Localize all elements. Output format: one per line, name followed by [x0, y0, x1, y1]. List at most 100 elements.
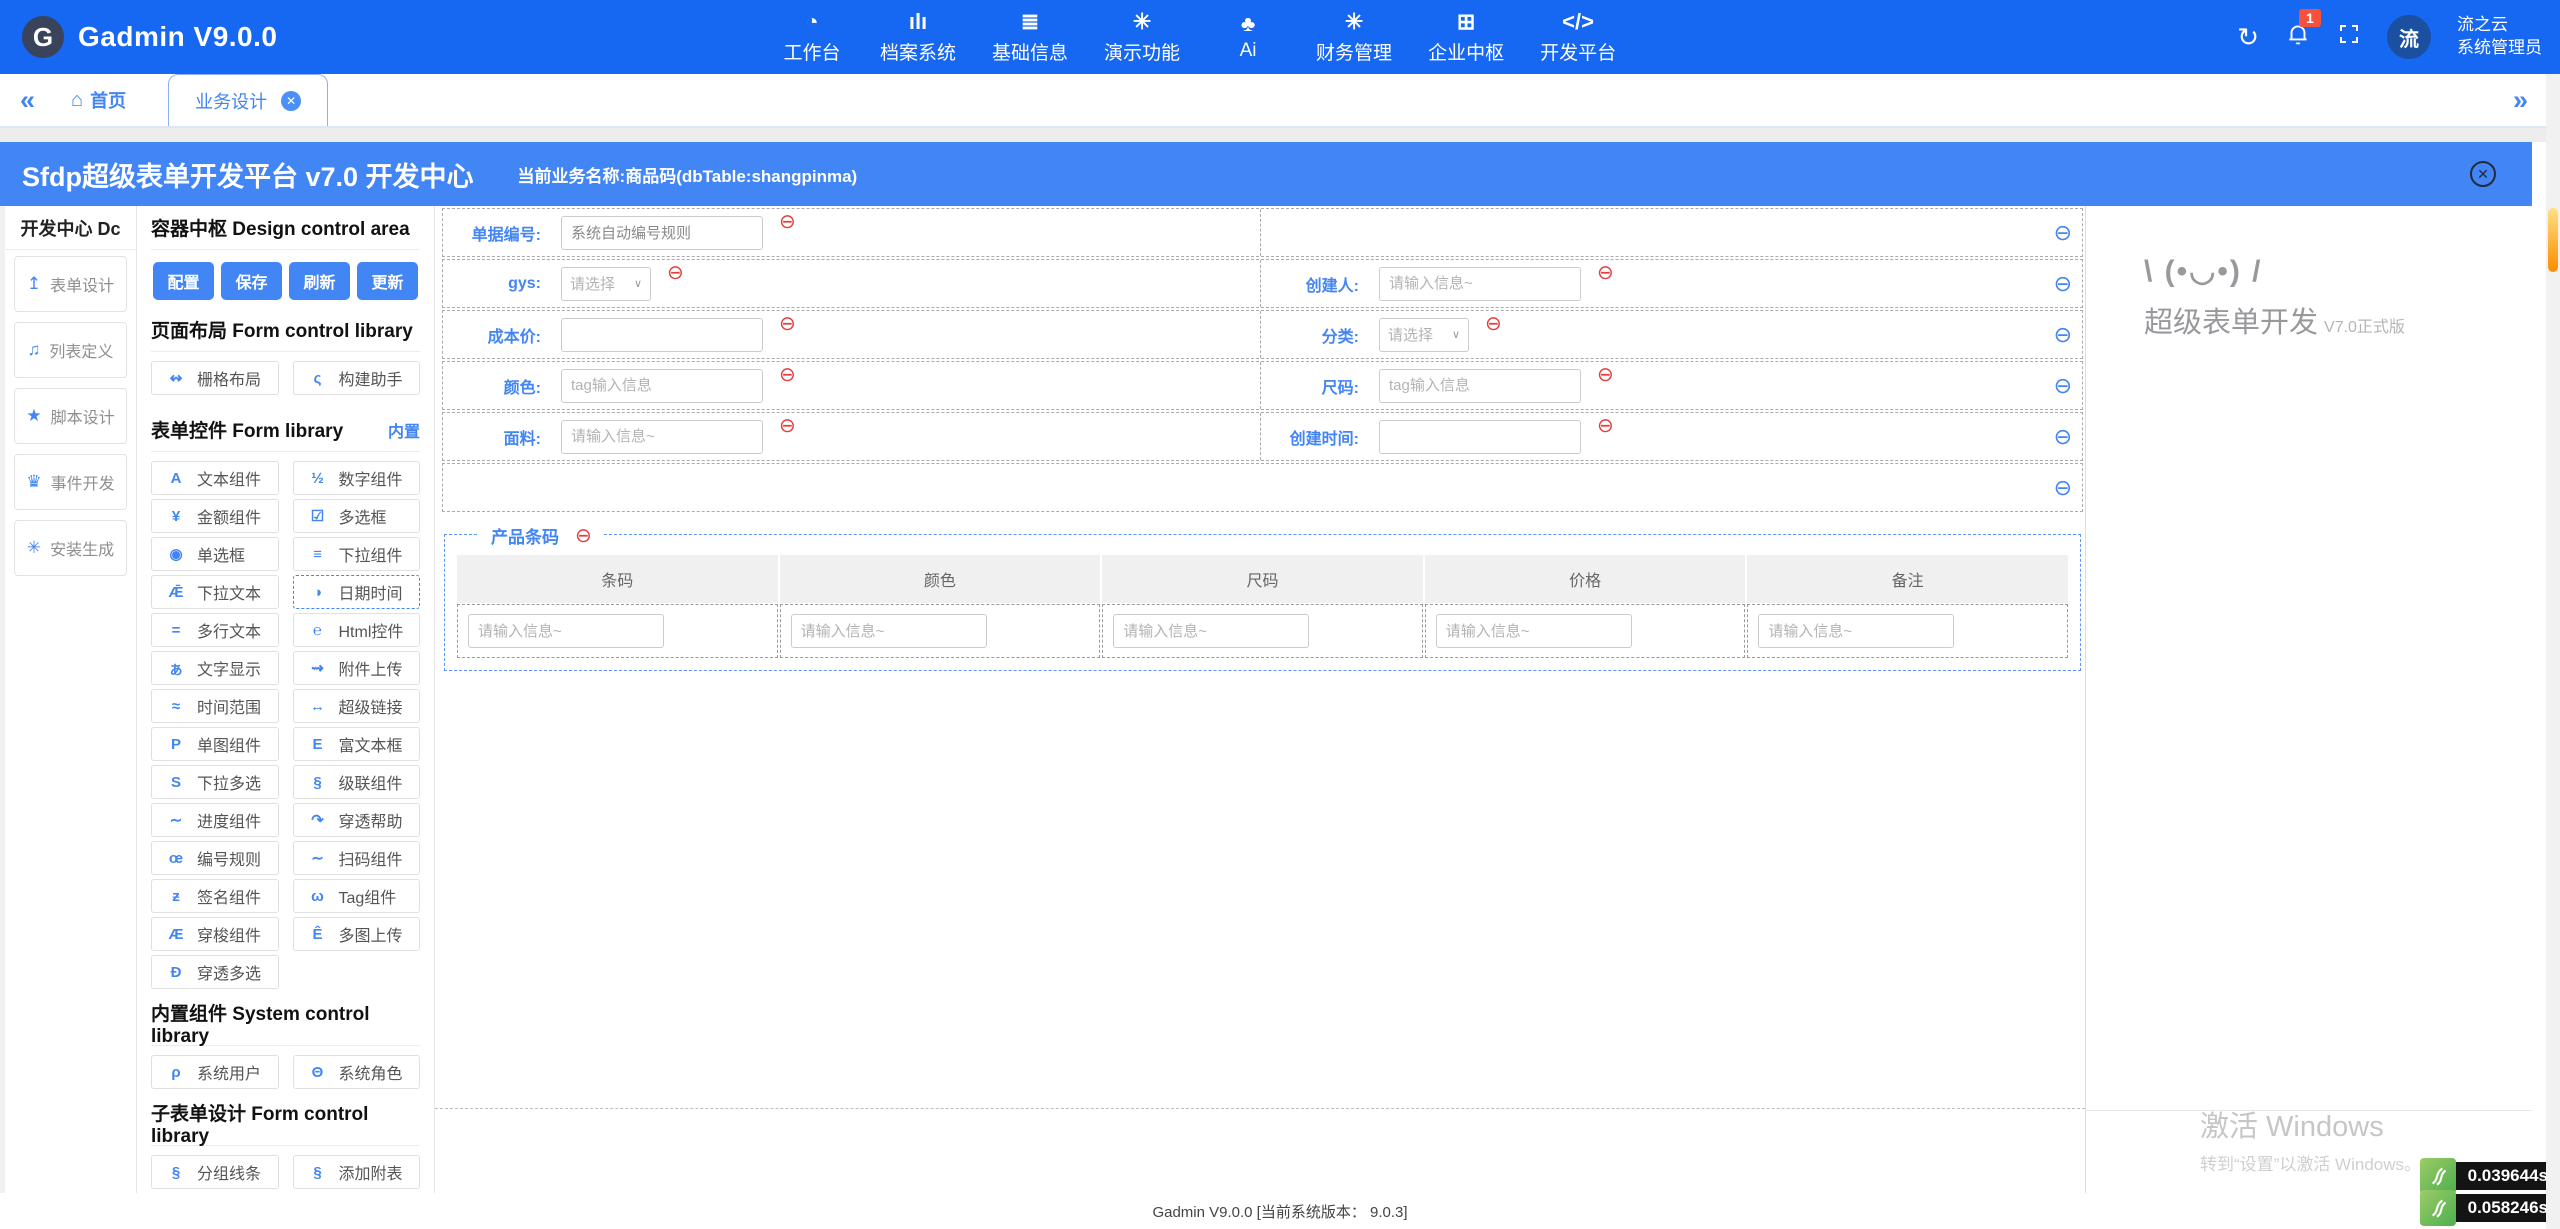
remove-row-icon[interactable]: ⊖: [2054, 324, 2072, 346]
form-cell-right[interactable]: 尺码:⊖: [1261, 362, 2082, 409]
component-item[interactable]: ς构建助手: [293, 361, 421, 395]
nav-item-4[interactable]: ♣Ai: [1216, 0, 1280, 74]
component-item[interactable]: =多行文本: [151, 613, 279, 647]
refresh-icon[interactable]: ↻: [2237, 22, 2259, 53]
page-scrollbar-thumb[interactable]: [2548, 208, 2558, 272]
perf-timer-1[interactable]: 0.039644s: [2420, 1158, 2560, 1194]
user-avatar[interactable]: 流: [2387, 15, 2431, 59]
user-info[interactable]: 流之云 系统管理员: [2457, 14, 2542, 60]
remove-row-icon[interactable]: ⊖: [2054, 273, 2072, 295]
field-input[interactable]: [1379, 267, 1581, 301]
remove-field-icon[interactable]: ⊖: [1485, 314, 1502, 334]
field-select[interactable]: 请选择∨: [561, 267, 651, 301]
component-item[interactable]: ⇝附件上传: [293, 651, 421, 685]
component-item[interactable]: ≡下拉组件: [293, 537, 421, 571]
remove-field-icon[interactable]: ⊖: [1597, 416, 1614, 436]
component-item[interactable]: A文本组件: [151, 461, 279, 495]
subform-cell-input[interactable]: [1436, 614, 1632, 648]
subform-cell[interactable]: [457, 604, 778, 658]
form-row[interactable]: gys:请选择∨⊖创建人:⊖⊖: [442, 259, 2083, 308]
component-item[interactable]: Ê多图上传: [293, 917, 421, 951]
perf-timer-2[interactable]: 0.058246s: [2420, 1190, 2560, 1226]
page-scrollbar[interactable]: [2546, 74, 2560, 1229]
component-item[interactable]: œ编号规则: [151, 841, 279, 875]
form-row[interactable]: 面料:⊖创建时间:⊖⊖: [442, 412, 2083, 461]
expand-tabs-icon[interactable]: »: [2493, 85, 2548, 116]
component-item[interactable]: ↷穿透帮助: [293, 803, 421, 837]
component-item[interactable]: ƶ签名组件: [151, 879, 279, 913]
remove-field-icon[interactable]: ⊖: [779, 365, 796, 385]
action-button[interactable]: 配置: [153, 262, 214, 300]
action-button[interactable]: 刷新: [289, 262, 350, 300]
component-item[interactable]: Ǣ下拉文本: [151, 575, 279, 609]
form-cell-right[interactable]: 创建时间:⊖: [1261, 413, 2082, 460]
dev-item[interactable]: ↥表单设计: [14, 256, 127, 312]
component-item[interactable]: §分组线条: [151, 1155, 279, 1189]
remove-field-icon[interactable]: ⊖: [779, 314, 796, 334]
component-item[interactable]: §级联组件: [293, 765, 421, 799]
component-item[interactable]: ↭栅格布局: [151, 361, 279, 395]
field-input[interactable]: [561, 369, 763, 403]
collapse-tabs-icon[interactable]: «: [0, 85, 55, 116]
action-button[interactable]: 更新: [357, 262, 418, 300]
component-item[interactable]: ℮Html控件: [293, 613, 421, 647]
remove-row-icon[interactable]: ⊖: [2054, 375, 2072, 397]
component-item[interactable]: ぁ文字显示: [151, 651, 279, 685]
remove-subform-icon[interactable]: ⊖: [575, 526, 592, 546]
component-item[interactable]: ρ系统用户: [151, 1055, 279, 1089]
nav-item-0[interactable]: ◔工作台: [780, 0, 844, 74]
subform-cell[interactable]: [780, 604, 1101, 658]
form-row[interactable]: 颜色:⊖尺码:⊖⊖: [442, 361, 2083, 410]
field-input[interactable]: [561, 318, 763, 352]
dev-item[interactable]: ♛事件开发: [14, 454, 127, 510]
component-item[interactable]: ◑日期时间: [293, 575, 421, 609]
remove-field-icon[interactable]: ⊖: [1597, 263, 1614, 283]
tab-close-icon[interactable]: ✕: [281, 91, 301, 111]
tab-business-design[interactable]: 业务设计 ✕: [168, 74, 328, 126]
form-cell-left[interactable]: 面料:⊖: [443, 413, 1261, 460]
field-input[interactable]: [1379, 369, 1581, 403]
designer-close-icon[interactable]: ✕: [2470, 161, 2496, 187]
nav-item-3[interactable]: ✳演示功能: [1104, 0, 1180, 74]
field-input[interactable]: [561, 216, 763, 250]
remove-field-icon[interactable]: ⊖: [1597, 365, 1614, 385]
subform-cell-input[interactable]: [1758, 614, 1954, 648]
field-input[interactable]: [1379, 420, 1581, 454]
component-item[interactable]: ◉单选框: [151, 537, 279, 571]
remove-field-icon[interactable]: ⊖: [779, 416, 796, 436]
component-item[interactable]: §添加附表: [293, 1155, 421, 1189]
action-button[interactable]: 保存: [221, 262, 282, 300]
remove-row-icon[interactable]: ⊖: [2054, 477, 2072, 499]
component-item[interactable]: P单图组件: [151, 727, 279, 761]
component-item[interactable]: ∼进度组件: [151, 803, 279, 837]
form-cell-right[interactable]: 分类:请选择∨⊖: [1261, 311, 2082, 358]
component-item[interactable]: Đ穿透多选: [151, 955, 279, 989]
component-item[interactable]: ¥金额组件: [151, 499, 279, 533]
form-cell-right[interactable]: [1261, 209, 2082, 256]
nav-item-1[interactable]: ılı档案系统: [880, 0, 956, 74]
subform-cell-input[interactable]: [468, 614, 664, 648]
dev-item[interactable]: ✳安装生成: [14, 520, 127, 576]
form-row[interactable]: ⊖: [442, 463, 2083, 512]
nav-item-6[interactable]: ⊞企业中枢: [1428, 0, 1504, 74]
component-item[interactable]: E富文本框: [293, 727, 421, 761]
remove-field-icon[interactable]: ⊖: [779, 212, 796, 232]
builtin-link[interactable]: 内置: [388, 418, 420, 442]
component-item[interactable]: ≈时间范围: [151, 689, 279, 723]
remove-field-icon[interactable]: ⊖: [667, 263, 684, 283]
remove-row-icon[interactable]: ⊖: [2054, 222, 2072, 244]
subform-cell[interactable]: [1102, 604, 1423, 658]
form-cell-left[interactable]: 成本价:⊖: [443, 311, 1261, 358]
notification-bell-icon[interactable]: 1: [2285, 21, 2311, 54]
nav-item-2[interactable]: ≣基础信息: [992, 0, 1068, 74]
subform-cell[interactable]: [1425, 604, 1746, 658]
form-cell-left[interactable]: 单据编号:⊖: [443, 209, 1261, 256]
component-item[interactable]: ωTag组件: [293, 879, 421, 913]
form-cell-right[interactable]: 创建人:⊖: [1261, 260, 2082, 307]
component-item[interactable]: ☑多选框: [293, 499, 421, 533]
subform-cell-input[interactable]: [1113, 614, 1309, 648]
component-item[interactable]: S下拉多选: [151, 765, 279, 799]
component-item[interactable]: Θ系统角色: [293, 1055, 421, 1089]
fullscreen-icon[interactable]: [2337, 22, 2361, 53]
subform-cell-input[interactable]: [791, 614, 987, 648]
